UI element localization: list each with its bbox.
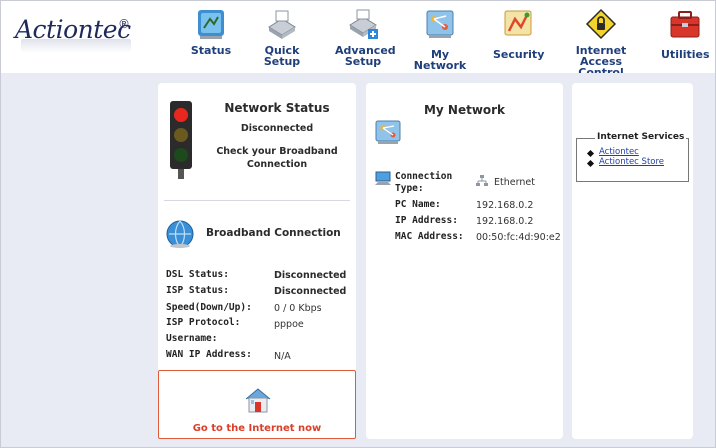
house-icon (245, 388, 271, 413)
logo-reflection (21, 39, 131, 53)
computer-icon (375, 171, 391, 185)
divider (164, 200, 350, 201)
nav-quick-setup-label: Quick Setup (263, 44, 301, 68)
nav-internet-access-control[interactable]: Internet Access Control (557, 7, 645, 78)
username-label: Username: (166, 333, 218, 344)
status-icon (198, 10, 224, 39)
advanced-setup-icon (349, 9, 378, 39)
nav-advanced-setup-label: Advanced Setup (335, 44, 396, 68)
header: Actiontec ® Status Quick Setup Advanced … (1, 1, 715, 78)
wan-ip-value: N/A (274, 351, 291, 362)
my-network-title: My Network (423, 103, 506, 117)
ethernet-icon (476, 175, 488, 186)
bullet-icon (586, 149, 595, 158)
internet-services-legend: Internet Services (595, 132, 687, 142)
my-network-panel: My Network Connection Type: Ethernet PC … (366, 83, 563, 439)
pc-name-label: PC Name: (395, 199, 441, 210)
internet-access-control-icon (585, 8, 617, 40)
mac-address-value: 00:50:fc:4d:90:e2 (476, 232, 561, 243)
mac-address-label: MAC Address: (395, 231, 464, 242)
nav-quick-setup[interactable]: Quick Setup (259, 7, 305, 71)
network-status-state: Disconnected (240, 123, 314, 134)
isp-status-label: ISP Status: (166, 285, 229, 296)
broadband-title: Broadband Connection (206, 227, 341, 239)
registered-mark: ® (118, 17, 130, 31)
pc-name-value: 192.168.0.2 (476, 200, 534, 211)
go-to-internet-link[interactable]: Go to the Internet now (159, 423, 355, 434)
speed-label: Speed(Down/Up): (166, 302, 252, 313)
utilities-icon (670, 11, 700, 38)
network-status-message: Check your Broadband Connection (216, 146, 338, 170)
actiontec-logo[interactable]: Actiontec ® (15, 15, 155, 53)
isp-protocol-value: pppoe (274, 319, 304, 330)
nav-security-label: Security (493, 48, 545, 61)
nav-security[interactable]: Security (493, 7, 545, 71)
go-internet-box[interactable]: Go to the Internet now (158, 370, 356, 439)
speed-value: 0 / 0 Kbps (274, 303, 322, 314)
security-icon (504, 10, 532, 36)
dsl-status-value: Disconnected (274, 270, 347, 281)
network-map-icon (375, 120, 401, 144)
network-status-title: Network Status (224, 101, 330, 115)
quick-setup-icon (268, 10, 296, 39)
nav-my-network[interactable]: My Network (407, 7, 473, 71)
nav-advanced-setup[interactable]: Advanced Setup (335, 7, 396, 71)
nav-my-network-label: My Network (413, 48, 467, 72)
nav-status[interactable]: Status (189, 7, 233, 71)
connection-type-label: Connection Type: (395, 171, 453, 194)
wan-ip-label: WAN IP Address: (166, 349, 252, 360)
dsl-status-label: DSL Status: (166, 269, 229, 280)
network-status-panel: Network Status Disconnected Check your B… (158, 83, 356, 439)
actiontec-link[interactable]: Actiontec (599, 147, 639, 157)
traffic-light-icon (170, 101, 192, 179)
internet-services-box: Internet Services Actiontec Actiontec St… (576, 132, 689, 182)
my-network-icon (426, 10, 454, 38)
globe-icon (166, 220, 194, 248)
bullet-icon (586, 159, 595, 168)
content-area: Network Status Disconnected Check your B… (1, 73, 715, 447)
actiontec-store-link[interactable]: Actiontec Store (599, 157, 664, 167)
isp-protocol-label: ISP Protocol: (166, 317, 241, 328)
connection-type-value: Ethernet (494, 177, 535, 188)
isp-status-value: Disconnected (274, 286, 347, 297)
nav-status-label: Status (190, 44, 232, 57)
ip-address-value: 192.168.0.2 (476, 216, 534, 227)
internet-services-panel: Internet Services Actiontec Actiontec St… (572, 83, 693, 439)
nav-utilities-label: Utilities (661, 48, 710, 61)
nav-utilities[interactable]: Utilities (661, 7, 710, 71)
ip-address-label: IP Address: (395, 215, 458, 226)
